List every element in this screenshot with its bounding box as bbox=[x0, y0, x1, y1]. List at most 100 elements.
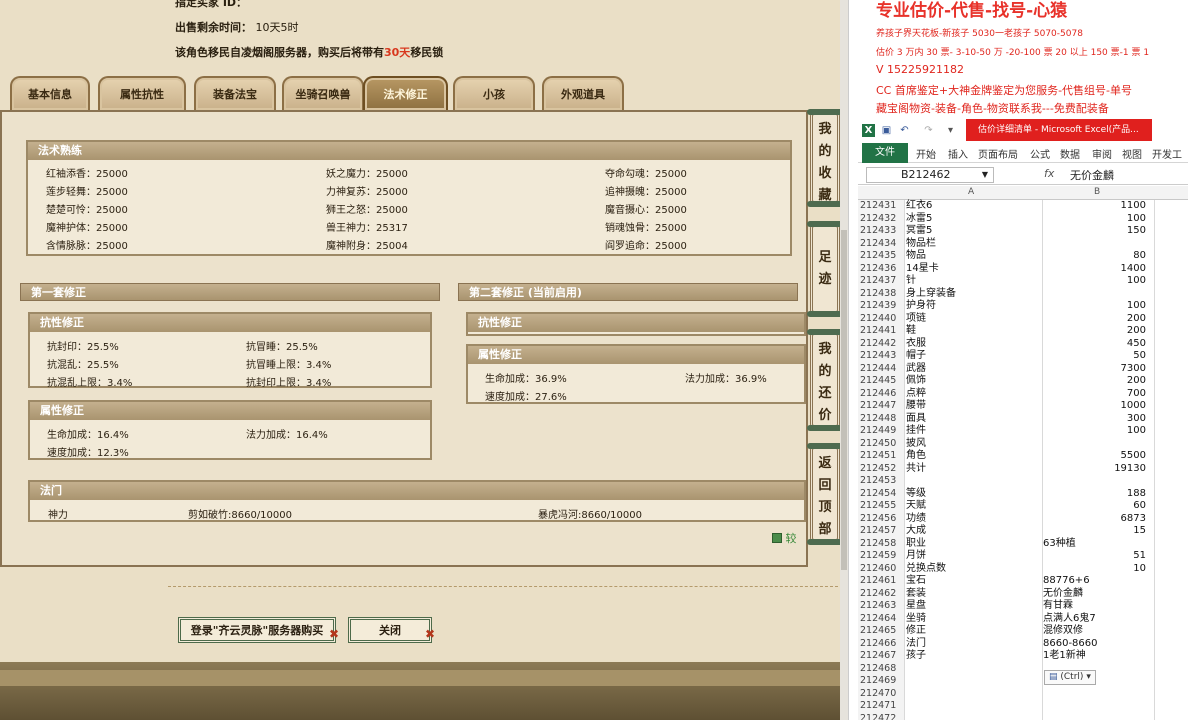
column-header-a[interactable]: A bbox=[968, 187, 974, 197]
my-favorites-button[interactable]: 我的收藏 bbox=[807, 109, 843, 207]
cell-b[interactable]: 19130 bbox=[1114, 463, 1146, 476]
redo-icon[interactable]: ↷ bbox=[922, 124, 935, 137]
cell-a[interactable]: 物品栏 bbox=[906, 238, 936, 251]
cell-b[interactable]: 50 bbox=[1133, 350, 1146, 363]
cell-b[interactable]: 60 bbox=[1133, 500, 1146, 513]
table-row[interactable]: 212452 共计 19130 bbox=[858, 463, 1188, 476]
table-row[interactable]: 212437 针 100 bbox=[858, 275, 1188, 288]
row-number[interactable]: 212467 bbox=[860, 650, 904, 663]
table-row[interactable]: 212470 bbox=[858, 688, 1188, 701]
scrollbar[interactable] bbox=[840, 0, 848, 720]
row-number[interactable]: 212448 bbox=[860, 413, 904, 426]
tab-children[interactable]: 小孩 bbox=[453, 76, 535, 110]
cell-a[interactable]: 套装 bbox=[906, 588, 926, 601]
row-number[interactable]: 212455 bbox=[860, 500, 904, 513]
cell-b[interactable]: 1100 bbox=[1121, 200, 1146, 213]
save-icon[interactable]: ▣ bbox=[880, 124, 893, 137]
table-row[interactable]: 212436 14星卡 1400 bbox=[858, 263, 1188, 276]
cell-a[interactable]: 宝石 bbox=[906, 575, 926, 588]
cell-a[interactable]: 修正 bbox=[906, 625, 926, 638]
table-row[interactable]: 212459 月饼 51 bbox=[858, 550, 1188, 563]
cell-a[interactable]: 腰带 bbox=[906, 400, 926, 413]
table-row[interactable]: 212450 披风 bbox=[858, 438, 1188, 451]
table-row[interactable]: 212460 兑换点数 10 bbox=[858, 563, 1188, 576]
table-row[interactable]: 212447 腰带 1000 bbox=[858, 400, 1188, 413]
row-number[interactable]: 212471 bbox=[860, 700, 904, 713]
cell-a[interactable]: 等级 bbox=[906, 488, 926, 501]
table-row[interactable]: 212440 项链 200 bbox=[858, 313, 1188, 326]
table-row[interactable]: 212462 套装 无价金麟 bbox=[858, 588, 1188, 601]
cell-b[interactable]: 点满人6鬼7 bbox=[1043, 613, 1096, 626]
cell-a[interactable]: 衣服 bbox=[906, 338, 926, 351]
table-row[interactable]: 212455 天赋 60 bbox=[858, 500, 1188, 513]
cell-b[interactable]: 450 bbox=[1127, 338, 1146, 351]
cell-b[interactable]: 200 bbox=[1127, 325, 1146, 338]
function-icon[interactable]: fx bbox=[1044, 167, 1054, 180]
name-box[interactable]: B212462 ▼ bbox=[866, 167, 994, 183]
cell-a[interactable]: 14星卡 bbox=[906, 263, 939, 276]
table-row[interactable]: 212471 bbox=[858, 700, 1188, 713]
cell-a[interactable]: 护身符 bbox=[906, 300, 936, 313]
compare-link[interactable]: 较 bbox=[772, 530, 797, 546]
cell-a[interactable]: 共计 bbox=[906, 463, 926, 476]
undo-icon[interactable]: ↶ bbox=[898, 124, 911, 137]
row-number[interactable]: 212440 bbox=[860, 313, 904, 326]
cell-a[interactable]: 挂件 bbox=[906, 425, 926, 438]
row-number[interactable]: 212460 bbox=[860, 563, 904, 576]
row-number[interactable]: 212432 bbox=[860, 213, 904, 226]
row-number[interactable]: 212463 bbox=[860, 600, 904, 613]
cell-b[interactable]: 5500 bbox=[1121, 450, 1146, 463]
table-row[interactable]: 212448 面具 300 bbox=[858, 413, 1188, 426]
row-number[interactable]: 212469 bbox=[860, 675, 904, 688]
row-number[interactable]: 212454 bbox=[860, 488, 904, 501]
cell-a[interactable]: 物品 bbox=[906, 250, 926, 263]
row-number[interactable]: 212456 bbox=[860, 513, 904, 526]
row-number[interactable]: 212451 bbox=[860, 450, 904, 463]
ribbon-tab[interactable]: 审阅 bbox=[1092, 146, 1112, 161]
row-number[interactable]: 212437 bbox=[860, 275, 904, 288]
row-number[interactable]: 212466 bbox=[860, 638, 904, 651]
tab-appearance[interactable]: 外观道具 bbox=[542, 76, 624, 110]
table-row[interactable]: 212439 护身符 100 bbox=[858, 300, 1188, 313]
cell-a[interactable]: 身上穿装备 bbox=[906, 288, 956, 301]
table-row[interactable]: 212443 帽子 50 bbox=[858, 350, 1188, 363]
footprint-button[interactable]: 足迹 bbox=[807, 221, 843, 317]
cell-a[interactable]: 冰雷5 bbox=[906, 213, 932, 226]
table-row[interactable]: 212438 身上穿装备 bbox=[858, 288, 1188, 301]
cell-a[interactable]: 鞋 bbox=[906, 325, 916, 338]
row-number[interactable]: 212472 bbox=[860, 713, 904, 720]
row-number[interactable]: 212433 bbox=[860, 225, 904, 238]
cell-a[interactable]: 天赋 bbox=[906, 500, 926, 513]
table-row[interactable]: 212434 物品栏 bbox=[858, 238, 1188, 251]
row-number[interactable]: 212441 bbox=[860, 325, 904, 338]
cell-b[interactable]: 6873 bbox=[1121, 513, 1146, 526]
row-number[interactable]: 212439 bbox=[860, 300, 904, 313]
ribbon-tab[interactable]: 页面布局 bbox=[978, 146, 1018, 161]
table-row[interactable]: 212431 红衣6 1100 bbox=[858, 200, 1188, 213]
table-row[interactable]: 212435 物品 80 bbox=[858, 250, 1188, 263]
table-row[interactable]: 212466 法门 8660-8660 bbox=[858, 638, 1188, 651]
table-row[interactable]: 212449 挂件 100 bbox=[858, 425, 1188, 438]
cell-b[interactable]: 100 bbox=[1127, 213, 1146, 226]
table-row[interactable]: 212432 冰雷5 100 bbox=[858, 213, 1188, 226]
cell-b[interactable]: 100 bbox=[1127, 275, 1146, 288]
ribbon-tab[interactable]: 数据 bbox=[1060, 146, 1080, 161]
row-number[interactable]: 212446 bbox=[860, 388, 904, 401]
cell-b[interactable]: 188 bbox=[1127, 488, 1146, 501]
cell-a[interactable]: 大成 bbox=[906, 525, 926, 538]
paste-options-button[interactable]: ▤ (Ctrl) ▾ bbox=[1044, 670, 1096, 685]
table-row[interactable]: 212457 大成 15 bbox=[858, 525, 1188, 538]
column-header-b[interactable]: B bbox=[1094, 187, 1100, 197]
buy-button[interactable]: 登录"齐云灵脉"服务器购买 ✖ bbox=[178, 617, 339, 643]
tab-file[interactable]: 文件 bbox=[862, 143, 908, 163]
ribbon-tab[interactable]: 开发工 bbox=[1152, 146, 1182, 161]
row-number[interactable]: 212458 bbox=[860, 538, 904, 551]
table-row[interactable]: 212451 角色 5500 bbox=[858, 450, 1188, 463]
cell-b[interactable]: 200 bbox=[1127, 313, 1146, 326]
table-row[interactable]: 212445 佩饰 200 bbox=[858, 375, 1188, 388]
row-number[interactable]: 212459 bbox=[860, 550, 904, 563]
row-number[interactable]: 212444 bbox=[860, 363, 904, 376]
cell-a[interactable]: 针 bbox=[906, 275, 916, 288]
cell-a[interactable]: 面具 bbox=[906, 413, 926, 426]
cell-a[interactable]: 坐骑 bbox=[906, 613, 926, 626]
